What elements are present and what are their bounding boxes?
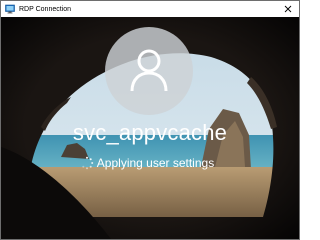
status-row: Applying user settings <box>1 156 299 170</box>
username-label: svc_appvcache <box>72 120 228 145</box>
close-button[interactable] <box>277 1 299 17</box>
close-icon <box>284 5 292 13</box>
title-bar[interactable]: RDP Connection <box>1 1 299 17</box>
rdp-window: RDP Connection svc_appvcache Applying us… <box>0 0 300 240</box>
rdp-icon <box>5 4 15 14</box>
window-title: RDP Connection <box>19 5 72 13</box>
remote-desktop-view[interactable]: svc_appvcache Applying user settings <box>1 17 299 239</box>
status-message: Applying user settings <box>96 156 215 170</box>
user-icon <box>130 49 168 92</box>
loading-spinner-icon <box>82 156 93 170</box>
user-avatar <box>105 27 193 115</box>
